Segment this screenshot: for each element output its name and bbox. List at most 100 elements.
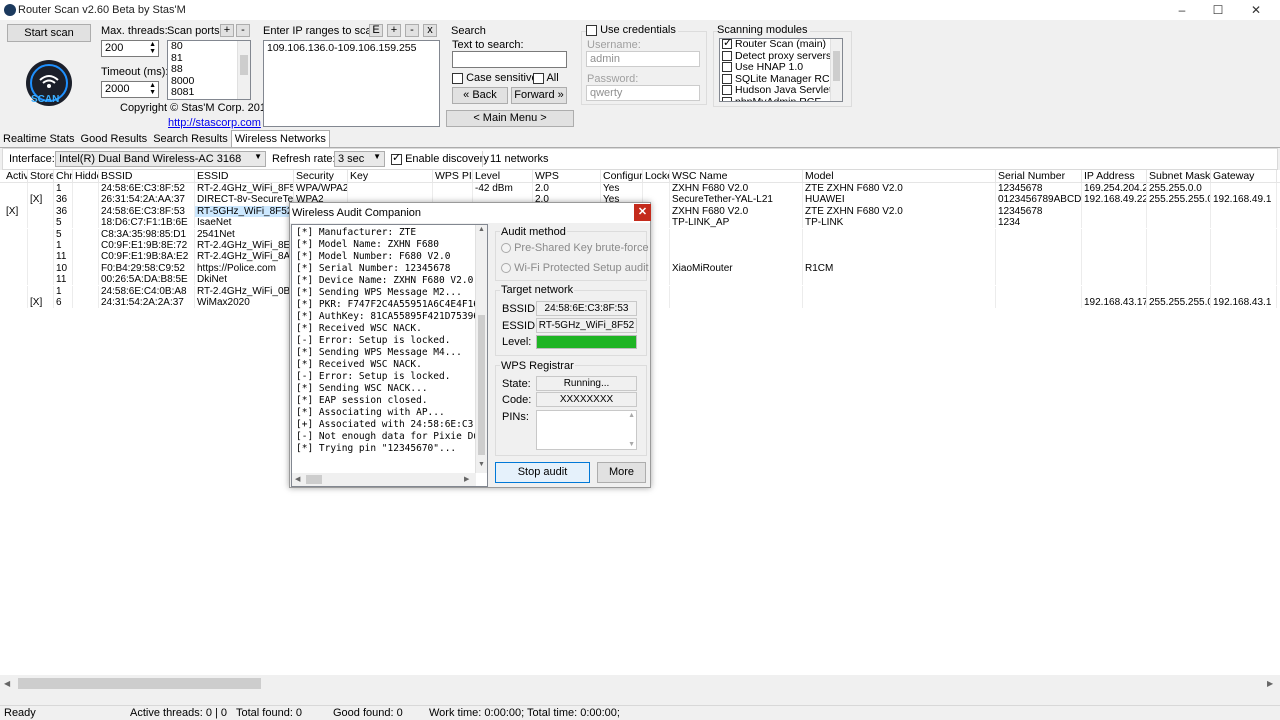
- column-header[interactable]: WPS PIN: [433, 170, 473, 183]
- refresh-rate-select[interactable]: 3 sec ▼: [334, 151, 385, 167]
- all-checkbox[interactable]: All: [533, 72, 559, 84]
- column-header[interactable]: WPS: [533, 170, 601, 183]
- website-link[interactable]: http://stascorp.com: [168, 117, 261, 129]
- pins-textarea[interactable]: ▲ ▼: [536, 410, 637, 450]
- module-checkbox[interactable]: [722, 96, 732, 101]
- table-cell: [28, 240, 54, 252]
- scroll-up-icon[interactable]: ▲: [478, 226, 485, 233]
- module-checkbox[interactable]: [722, 39, 732, 50]
- ports-list[interactable]: 80 81 88 8000 8081: [167, 40, 251, 100]
- column-header[interactable]: ESSID: [195, 170, 294, 183]
- tab-wireless-networks[interactable]: Wireless Networks: [230, 130, 330, 147]
- column-header[interactable]: Level: [473, 170, 533, 183]
- column-header[interactable]: Hidden: [73, 170, 99, 183]
- column-header[interactable]: Configured: [601, 170, 643, 183]
- stop-audit-button[interactable]: Stop audit: [495, 462, 590, 483]
- start-scan-button[interactable]: Start scan: [7, 24, 91, 42]
- timeout-input[interactable]: 2000 ▲ ▼: [101, 81, 159, 98]
- scroll-left-icon[interactable]: ◀: [4, 679, 10, 688]
- tab-good-results[interactable]: Good Results: [78, 131, 151, 147]
- column-header[interactable]: Gateway: [1211, 170, 1277, 183]
- close-button[interactable]: ✕: [1238, 0, 1274, 20]
- table-row[interactable]: 1 24:58:6E:C3:8F:52 RT-2.4GHz_WiFi_8F52 WPA…: [0, 183, 1280, 195]
- log-vscrollbar[interactable]: ▲ ▼: [475, 225, 487, 473]
- spin-arrows-icon[interactable]: ▲ ▼: [149, 82, 156, 96]
- search-input[interactable]: [452, 51, 567, 68]
- table-cell: DkiNet: [195, 274, 294, 286]
- scroll-left-icon[interactable]: ◀: [295, 475, 300, 483]
- status-work-time: Work time: 0:00:00; Total time: 0:00:00;: [429, 707, 620, 719]
- all-check[interactable]: [533, 72, 544, 84]
- column-header[interactable]: Active: [4, 170, 28, 183]
- column-header[interactable]: Subnet Mask: [1147, 170, 1211, 183]
- table-cell: [4, 274, 28, 286]
- username-input[interactable]: admin: [586, 51, 700, 67]
- column-header[interactable]: BSSID: [99, 170, 195, 183]
- tab-realtime-stats[interactable]: Realtime Stats: [0, 131, 78, 147]
- minimize-button[interactable]: –: [1164, 0, 1200, 20]
- ip-range-item[interactable]: 109.106.136.0-109.106.159.255: [264, 42, 439, 55]
- back-button[interactable]: « Back: [452, 87, 508, 104]
- maximize-button[interactable]: ☐: [1200, 0, 1236, 20]
- column-header[interactable]: IP Address: [1082, 170, 1147, 183]
- table-hscrollbar[interactable]: ◀ ▶: [0, 676, 1280, 691]
- psk-radio[interactable]: Pre-Shared Key brute-force: [501, 242, 649, 254]
- main-menu-button[interactable]: < Main Menu >: [446, 110, 574, 127]
- table-cell: [28, 228, 54, 240]
- module-item[interactable]: phpMyAdmin RCE: [720, 96, 842, 101]
- ports-scrollbar[interactable]: [237, 41, 250, 99]
- enable-discovery-checkbox[interactable]: Enable discovery: [391, 152, 489, 165]
- table-cell: 11: [54, 251, 73, 263]
- table-cell: [670, 228, 803, 240]
- module-checkbox[interactable]: [722, 73, 732, 84]
- ip-range-button[interactable]: E: [369, 24, 383, 37]
- tab-search-results[interactable]: Search Results: [150, 131, 231, 147]
- scroll-down-icon[interactable]: ▼: [478, 461, 485, 468]
- modules-scrollbar[interactable]: [830, 39, 842, 101]
- column-header[interactable]: WSC Name: [670, 170, 803, 183]
- table-cell: 00:26:5A:DA:B8:5E: [99, 274, 195, 286]
- ip-ranges-list[interactable]: 109.106.136.0-109.106.159.255: [263, 40, 440, 127]
- column-header[interactable]: Chn: [54, 170, 73, 183]
- module-checkbox[interactable]: [722, 85, 732, 96]
- log-hscrollbar[interactable]: ◀ ▶: [292, 473, 476, 486]
- remove-port-button[interactable]: -: [236, 24, 250, 37]
- more-button[interactable]: More: [597, 462, 646, 483]
- scroll-right-icon[interactable]: ▶: [1267, 679, 1273, 688]
- column-header[interactable]: Serial Number: [996, 170, 1082, 183]
- enable-discovery-check[interactable]: [391, 152, 402, 165]
- wps-radio[interactable]: Wi-Fi Protected Setup audit: [501, 262, 649, 274]
- spin-arrows-icon[interactable]: ▲ ▼: [149, 41, 156, 55]
- dialog-close-button[interactable]: ✕: [634, 204, 651, 221]
- column-header[interactable]: Model: [803, 170, 996, 183]
- scroll-right-icon[interactable]: ▶: [464, 475, 469, 483]
- ip-range-button[interactable]: x: [423, 24, 437, 37]
- column-header[interactable]: Stored: [28, 170, 54, 183]
- ip-range-button[interactable]: -: [405, 24, 419, 37]
- case-sensitive-checkbox[interactable]: Case sensitive: [452, 72, 538, 84]
- wps-radio-button[interactable]: [501, 263, 511, 274]
- modules-list[interactable]: Router Scan (main)Detect proxy serversUs…: [719, 38, 843, 102]
- use-credentials-checkbox[interactable]: Use credentials: [586, 24, 678, 36]
- module-checkbox[interactable]: [722, 50, 732, 61]
- audit-log: [*] Manufacturer: ZTE [*] Model Name: ZXH…: [291, 224, 488, 487]
- column-header[interactable]: Key: [348, 170, 433, 183]
- ip-range-button[interactable]: +: [387, 24, 401, 37]
- psk-radio-button[interactable]: [501, 243, 511, 254]
- interface-select[interactable]: Intel(R) Dual Band Wireless-AC 3168 ▼: [55, 151, 266, 167]
- case-sensitive-check[interactable]: [452, 72, 463, 84]
- column-header[interactable]: Security: [294, 170, 348, 183]
- table-cell: 0123456789ABCDEF: [998, 194, 1082, 206]
- module-checkbox[interactable]: [722, 62, 732, 73]
- use-credentials-check[interactable]: [586, 24, 597, 36]
- scroll-down-icon[interactable]: ▼: [628, 441, 635, 448]
- table-cell: [803, 251, 996, 263]
- column-header[interactable]: Locked: [643, 170, 670, 183]
- level-label: Level:: [502, 336, 532, 348]
- table-cell: 192.168.49.1: [1211, 194, 1277, 206]
- password-input[interactable]: qwerty: [586, 85, 700, 101]
- add-port-button[interactable]: +: [220, 24, 234, 37]
- scroll-up-icon[interactable]: ▲: [628, 412, 635, 419]
- forward-button[interactable]: Forward »: [511, 87, 567, 104]
- max-threads-input[interactable]: 200 ▲ ▼: [101, 40, 159, 57]
